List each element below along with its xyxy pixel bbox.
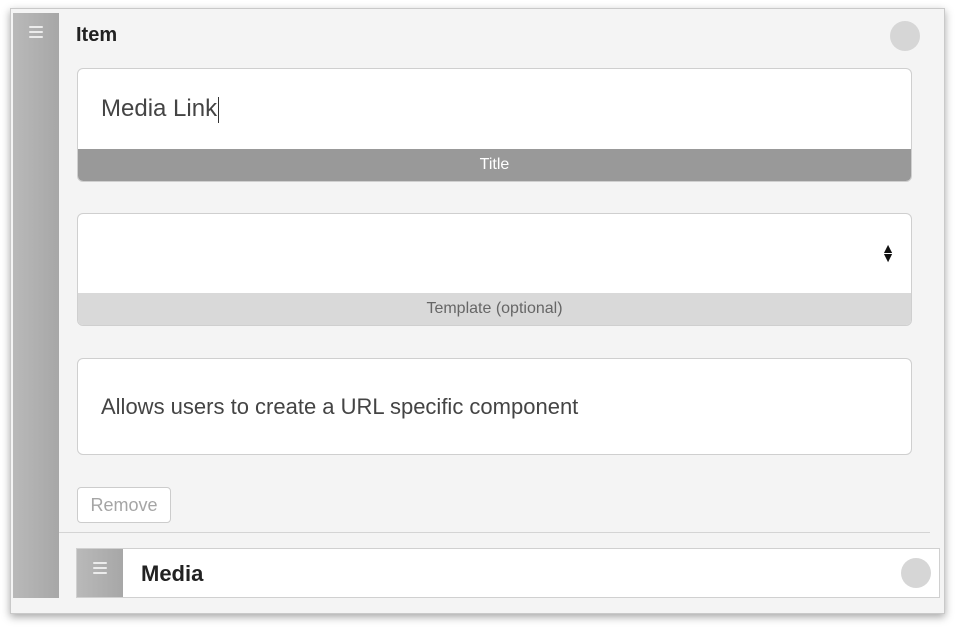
title-field: Media Link Title <box>77 68 912 182</box>
title-input-value: Media Link <box>101 95 220 123</box>
select-arrows-icon: ▲ ▼ <box>881 240 895 265</box>
item-title: Item <box>76 24 118 46</box>
item-content: Item Media Link Title ▲ ▼ Template (optio… <box>59 13 930 533</box>
title-input[interactable]: Media Link <box>78 69 911 149</box>
child-item-media[interactable]: Media <box>76 548 940 598</box>
item-drag-handle[interactable] <box>13 13 59 598</box>
drag-handle-icon <box>93 562 107 574</box>
template-field: ▲ ▼ Template (optional) <box>77 213 912 326</box>
child-drag-handle[interactable] <box>77 549 123 597</box>
drag-handle-icon <box>29 26 43 38</box>
text-caret <box>218 96 220 123</box>
status-dot-icon[interactable] <box>901 558 931 588</box>
description-text: Allows users to create a URL specific co… <box>101 393 579 419</box>
template-select[interactable]: ▲ ▼ <box>78 214 911 294</box>
title-field-label: Title <box>78 149 911 181</box>
status-dot-icon[interactable] <box>890 21 920 51</box>
child-item-title: Media <box>141 561 204 586</box>
remove-button[interactable]: Remove <box>77 487 171 523</box>
description-box: Allows users to create a URL specific co… <box>77 358 912 455</box>
template-field-label: Template (optional) <box>78 293 911 325</box>
